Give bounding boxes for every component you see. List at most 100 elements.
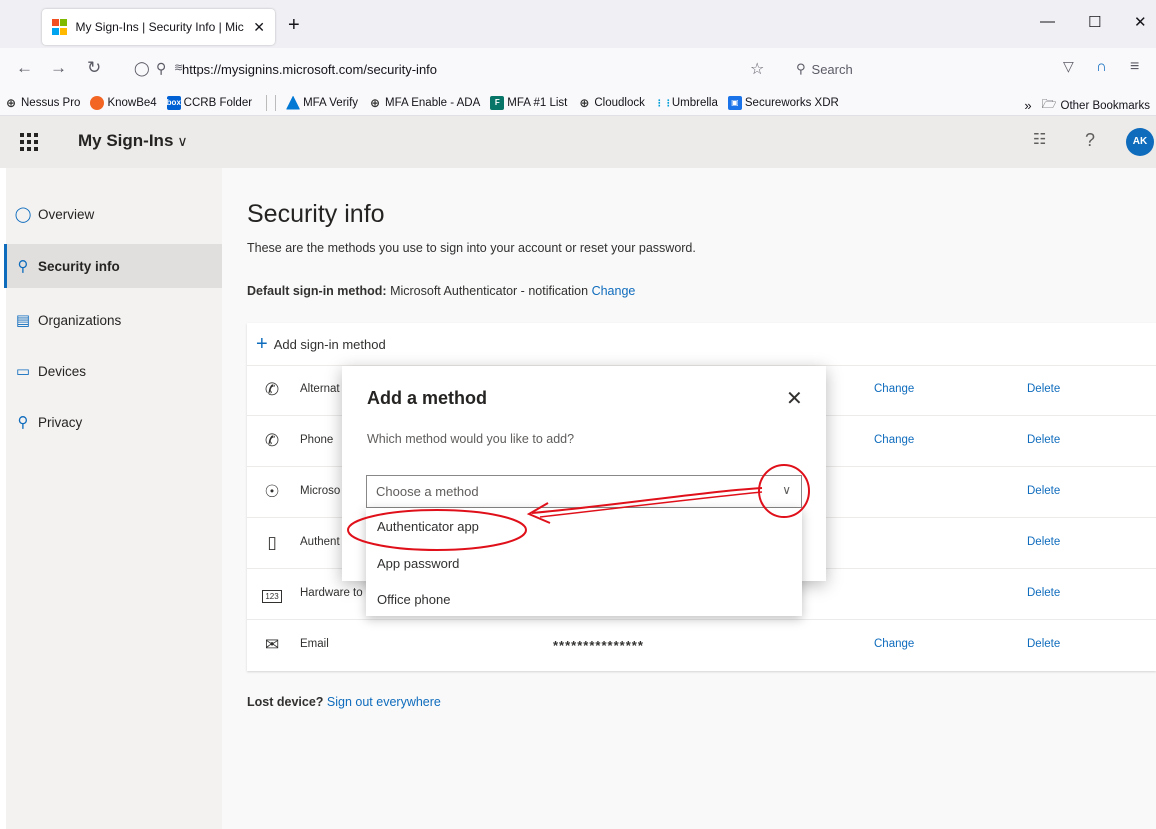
bookmark-label: MFA Enable - ADA <box>385 96 481 109</box>
search-box[interactable]: ⚲ Search <box>790 54 1040 84</box>
menu-icon[interactable]: ≡ <box>1130 58 1139 76</box>
phone-icon: ✆ <box>264 380 280 399</box>
method-name: Email <box>300 638 329 650</box>
browser-tab[interactable]: My Sign-Ins | Security Info | Mic ✕ <box>42 9 275 45</box>
bookmark-label: KnowBe4 <box>107 96 157 109</box>
folder-icon: 🗁 <box>1041 97 1057 111</box>
window-close-icon[interactable]: ✕ <box>1134 13 1147 31</box>
method-delete-link[interactable]: Delete <box>1027 638 1060 650</box>
method-change-link[interactable]: Change <box>874 383 914 395</box>
bookmark-label: MFA Verify <box>303 96 359 109</box>
bookmarks-bar: ⊕ Nessus Pro KnowBe4 box CCRB Folder MFA… <box>0 90 1156 116</box>
bookmark-umbrella[interactable]: ⋮⋮ Umbrella <box>655 96 718 110</box>
extension-icon[interactable]: ∩ <box>1096 58 1107 75</box>
shield-icon[interactable]: ◯ <box>134 60 150 77</box>
tab-title: My Sign-Ins | Security Info | Mic <box>75 20 244 34</box>
method-delete-link[interactable]: Delete <box>1027 536 1060 548</box>
default-method-label: Default sign-in method: <box>247 284 387 298</box>
phone-icon: ✆ <box>264 431 280 450</box>
lock-icon: ⚲ <box>17 414 29 431</box>
sidebar-item-security-info[interactable]: ⚲ Security info <box>4 244 222 288</box>
lost-device-label: Lost device? <box>247 695 324 709</box>
laptop-icon: ▭ <box>15 363 31 380</box>
chevron-down-icon: ∨ <box>177 133 188 149</box>
bookmark-nessus[interactable]: ⊕ Nessus Pro <box>4 96 80 110</box>
option-office-phone[interactable]: Office phone <box>366 581 802 617</box>
forms-icon: F <box>490 95 505 110</box>
bookmark-cloudlock[interactable]: ⊕ Cloudlock <box>577 96 645 110</box>
person-icon: ◯ <box>14 206 32 223</box>
forward-icon[interactable]: → <box>50 58 67 78</box>
new-tab-button[interactable]: + <box>288 15 300 35</box>
briefcase-icon: ▤ <box>15 312 31 329</box>
globe-icon: ⊕ <box>579 95 590 110</box>
sidebar-item-devices[interactable]: ▭ Devices <box>6 349 222 393</box>
other-bookmarks[interactable]: » 🗁 Other Bookmarks <box>1024 95 1150 116</box>
avatar[interactable]: AK <box>1126 128 1154 156</box>
app-launcher-icon[interactable] <box>20 133 38 151</box>
dialog-title: Add a method <box>367 388 487 408</box>
option-app-password[interactable]: App password <box>366 545 802 581</box>
method-change-link[interactable]: Change <box>874 434 914 446</box>
sign-out-everywhere-link[interactable]: Sign out everywhere <box>327 695 441 709</box>
browser-tab-bar: My Sign-Ins | Security Info | Mic ✕ + — … <box>0 0 1156 48</box>
search-placeholder: Search <box>811 61 853 77</box>
bookmark-separator <box>275 94 277 111</box>
method-name: Hardware to <box>300 587 363 599</box>
sidebar-item-organizations[interactable]: ▤ Organizations <box>6 298 222 342</box>
help-icon[interactable]: ? <box>1085 130 1095 151</box>
bookmark-mfa-enable[interactable]: ⊕ MFA Enable - ADA <box>368 96 480 110</box>
lost-device-line: Lost device? Sign out everywhere <box>247 695 441 709</box>
lock-icon[interactable]: ⚲ <box>156 60 166 77</box>
dropdown-placeholder: Choose a method <box>376 484 479 499</box>
bookmark-secureworks[interactable]: ▣ Secureworks XDR <box>727 95 839 110</box>
default-method-value: Microsoft Authenticator - notification <box>390 284 589 298</box>
maximize-icon[interactable]: ☐ <box>1088 13 1101 31</box>
address-bar[interactable]: ◯ ⚲ ≋ https://mysignins.microsoft.com/se… <box>134 54 782 84</box>
method-dropdown[interactable]: Choose a method ∨ <box>366 475 802 508</box>
organization-icon[interactable]: ☷ <box>1033 130 1046 148</box>
method-name: Microso <box>300 485 341 497</box>
bookmark-ccrb[interactable]: box CCRB Folder <box>166 95 252 110</box>
plus-icon: + <box>256 333 268 355</box>
close-icon[interactable]: ✕ <box>786 386 803 411</box>
app-title[interactable]: My Sign-Ins ∨ <box>78 131 188 151</box>
browser-nav-bar: ← → ↻ ◯ ⚲ ≋ https://mysignins.microsoft.… <box>0 48 1156 90</box>
minimize-icon[interactable]: — <box>1040 13 1055 30</box>
method-delete-link[interactable]: Delete <box>1027 434 1060 446</box>
mobile-icon: ▯ <box>267 533 277 552</box>
default-method-change-link[interactable]: Change <box>592 284 636 298</box>
sidebar-item-privacy[interactable]: ⚲ Privacy <box>6 400 222 444</box>
page-subtitle: These are the methods you use to sign in… <box>247 241 696 255</box>
sidebar-item-overview[interactable]: ◯ Overview <box>6 192 222 236</box>
authenticator-icon: ☉ <box>264 482 280 501</box>
bookmark-mfa-verify[interactable]: MFA Verify <box>286 95 359 110</box>
bookmarks-overflow-icon[interactable]: » <box>1024 98 1031 113</box>
permissions-icon[interactable]: ≋ <box>174 61 183 74</box>
microsoft-logo-icon <box>52 19 67 35</box>
add-sign-in-method-label: Add sign-in method <box>273 336 386 352</box>
method-delete-link[interactable]: Delete <box>1027 485 1060 497</box>
tab-close-icon[interactable]: ✕ <box>253 19 265 36</box>
chevron-down-icon[interactable]: ∨ <box>782 483 791 497</box>
bookmark-mfa-list[interactable]: F MFA #1 List <box>490 95 567 110</box>
sidebar-item-label: Organizations <box>38 312 122 328</box>
back-icon[interactable]: ← <box>16 58 33 78</box>
bookmark-label: Nessus Pro <box>21 96 81 109</box>
sidebar-item-label: Privacy <box>38 414 83 430</box>
bookmark-label: Cloudlock <box>594 96 645 109</box>
bookmark-knowbe4[interactable]: KnowBe4 <box>90 95 157 110</box>
cisco-icon: ⋮⋮ <box>654 97 673 108</box>
method-delete-link[interactable]: Delete <box>1027 383 1060 395</box>
default-method-line: Default sign-in method: Microsoft Authen… <box>247 284 635 298</box>
option-authenticator-app[interactable]: Authenticator app <box>366 508 802 544</box>
bookmark-label: Umbrella <box>671 96 718 109</box>
reload-icon[interactable]: ↻ <box>87 58 101 78</box>
sidebar: ◯ Overview ⚲ Security info ▤ Organizatio… <box>0 168 222 829</box>
method-change-link[interactable]: Change <box>874 638 914 650</box>
bookmark-star-icon[interactable]: ☆ <box>750 59 764 79</box>
add-sign-in-method-button[interactable]: + Add sign-in method <box>247 323 1156 366</box>
method-delete-link[interactable]: Delete <box>1027 587 1060 599</box>
bookmark-label: Secureworks XDR <box>744 96 839 109</box>
pocket-icon[interactable]: ▽ <box>1063 58 1074 75</box>
